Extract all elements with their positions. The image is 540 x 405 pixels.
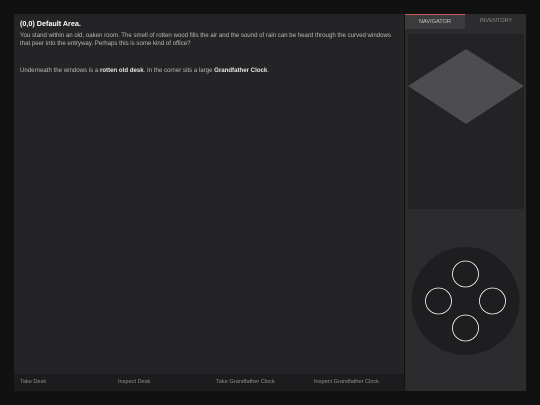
tab-inventory[interactable]: INVENTORY (466, 14, 526, 29)
room-title: (0,0) Default Area. (20, 19, 81, 28)
item-desk-label: rotten old desk (99, 67, 144, 74)
tab-navigator[interactable]: NAVIGATOR (405, 14, 465, 29)
dpad (405, 245, 526, 370)
room-items-suffix: . (267, 67, 269, 74)
room-text-panel: (0,0) Default Area. You stand within an … (14, 14, 404, 391)
inspect-clock-action[interactable]: Inspect Grandfather Clock (314, 374, 379, 391)
map-svg (408, 49, 524, 124)
room-items-text: Underneath the windows is a rotten old d… (20, 67, 396, 75)
navigator-map (408, 34, 524, 209)
side-panel: NAVIGATOR INVENTORY (405, 14, 526, 391)
take-desk-action[interactable]: Take Desk (20, 374, 46, 391)
item-clock-label: Grandfather Clock (214, 67, 268, 74)
room-items-prefix: Underneath the windows is a (20, 67, 100, 74)
room-items-middle: . In the corner sits a large (143, 67, 215, 74)
game-screen: (0,0) Default Area. You stand within an … (0, 0, 540, 405)
action-bar: Take Desk Inspect Desk Take Grandfather … (14, 374, 404, 391)
dpad-base (411, 247, 520, 355)
inspect-desk-action[interactable]: Inspect Desk (118, 374, 150, 391)
room-description: You stand within an old, oaken room. The… (20, 32, 391, 47)
take-clock-action[interactable]: Take Grandfather Clock (216, 374, 275, 391)
isometric-tile-icon[interactable] (408, 49, 524, 124)
dpad-svg (411, 247, 520, 355)
